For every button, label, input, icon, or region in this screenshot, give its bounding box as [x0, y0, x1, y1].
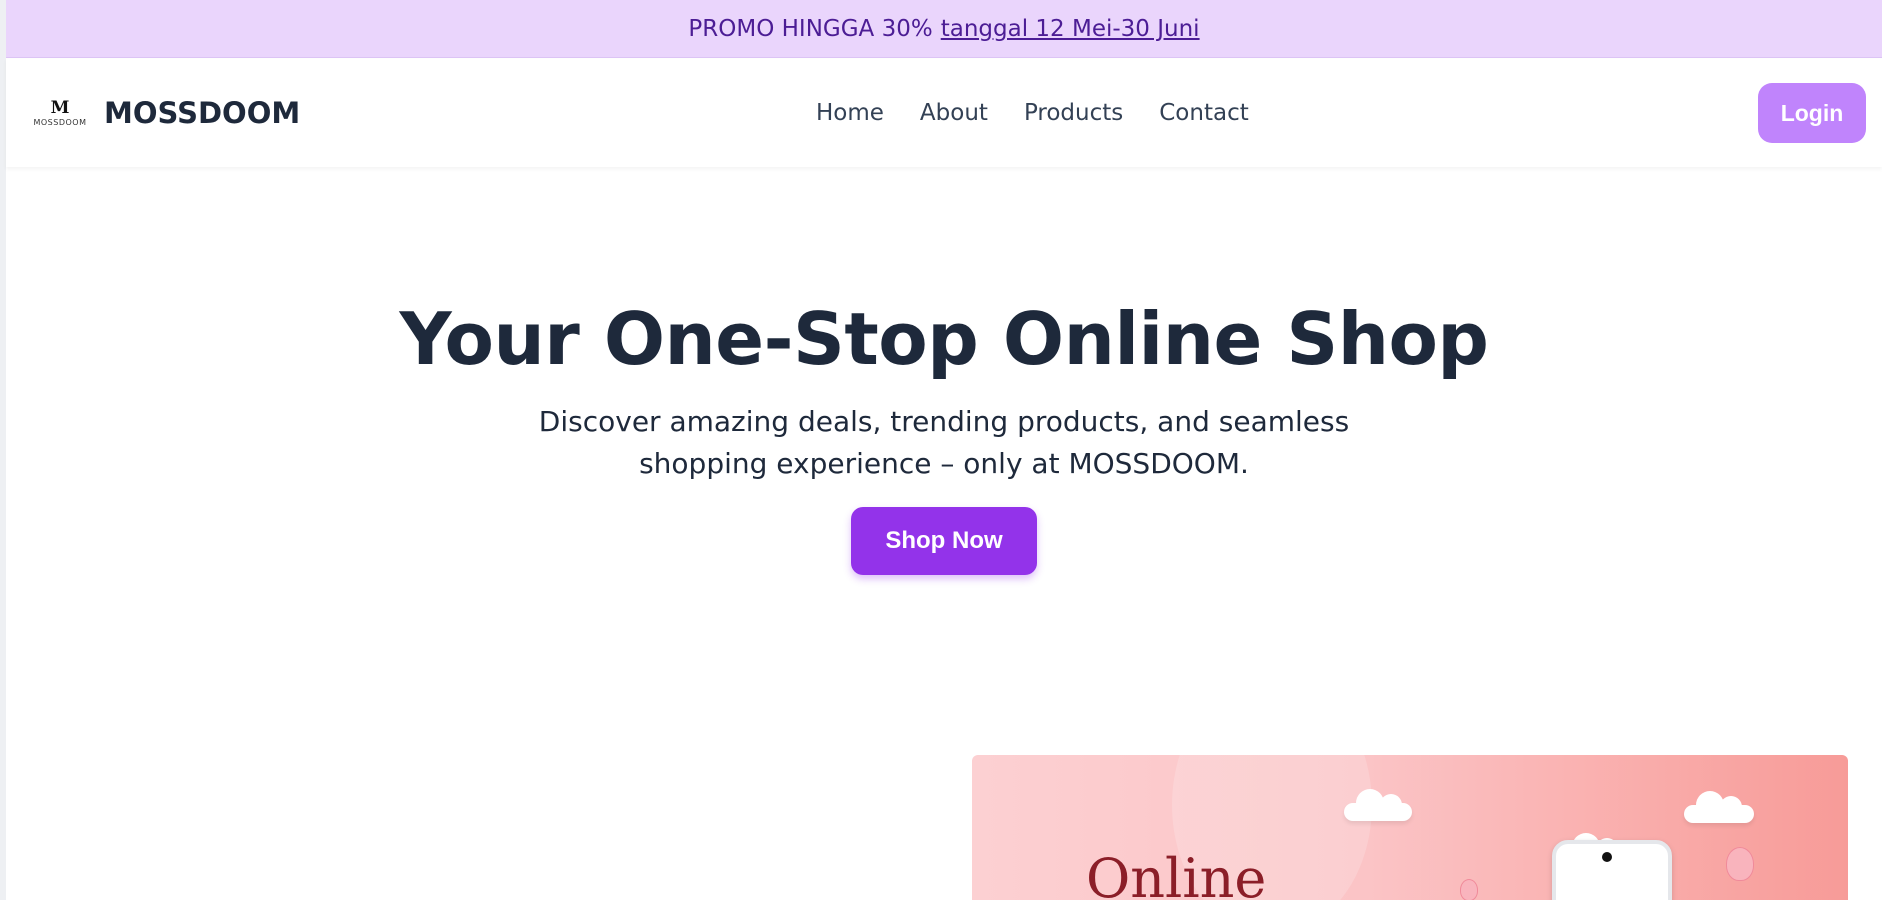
logo-word: MOSSDOOM — [33, 117, 87, 127]
nav-link-about[interactable]: About — [920, 100, 988, 126]
nav-link-home[interactable]: Home — [816, 100, 884, 126]
balloon-icon — [1460, 879, 1478, 900]
hero-subtitle: Discover amazing deals, trending product… — [538, 405, 1350, 481]
nav-link-products[interactable]: Products — [1024, 100, 1123, 126]
phone-illustration — [1552, 840, 1672, 900]
logo-mark: M — [50, 97, 70, 118]
balloon-icon — [1726, 847, 1754, 881]
navbar: M MOSSDOOM MOSSDOOM Home About Products … — [6, 59, 1882, 167]
promo-bar: PROMO HINGGA 30% tanggal 12 Mei-30 Juni — [6, 0, 1882, 58]
hero-section: Your One-Stop Online Shop Discover amazi… — [6, 297, 1882, 576]
brand-logo: M MOSSDOOM — [30, 93, 90, 133]
banner-text: Online — [1086, 847, 1267, 900]
cloud-icon — [1344, 789, 1412, 821]
brand-name: MOSSDOOM — [104, 96, 301, 130]
promo-banner-image: Online — [972, 755, 1848, 900]
hero-title: Your One-Stop Online Shop — [399, 297, 1489, 381]
promo-text: PROMO HINGGA 30% — [688, 15, 933, 42]
promo-date-link[interactable]: tanggal 12 Mei-30 Juni — [941, 16, 1200, 42]
brand[interactable]: M MOSSDOOM MOSSDOOM — [30, 59, 300, 167]
page: PROMO HINGGA 30% tanggal 12 Mei-30 Juni … — [0, 0, 1882, 900]
nav-link-contact[interactable]: Contact — [1159, 100, 1248, 126]
shop-now-button[interactable]: Shop Now — [851, 507, 1037, 576]
login-button[interactable]: Login — [1758, 83, 1866, 143]
cloud-icon — [1684, 791, 1754, 823]
main-nav: Home About Products Contact — [816, 59, 1249, 167]
camera-icon — [1602, 852, 1612, 862]
